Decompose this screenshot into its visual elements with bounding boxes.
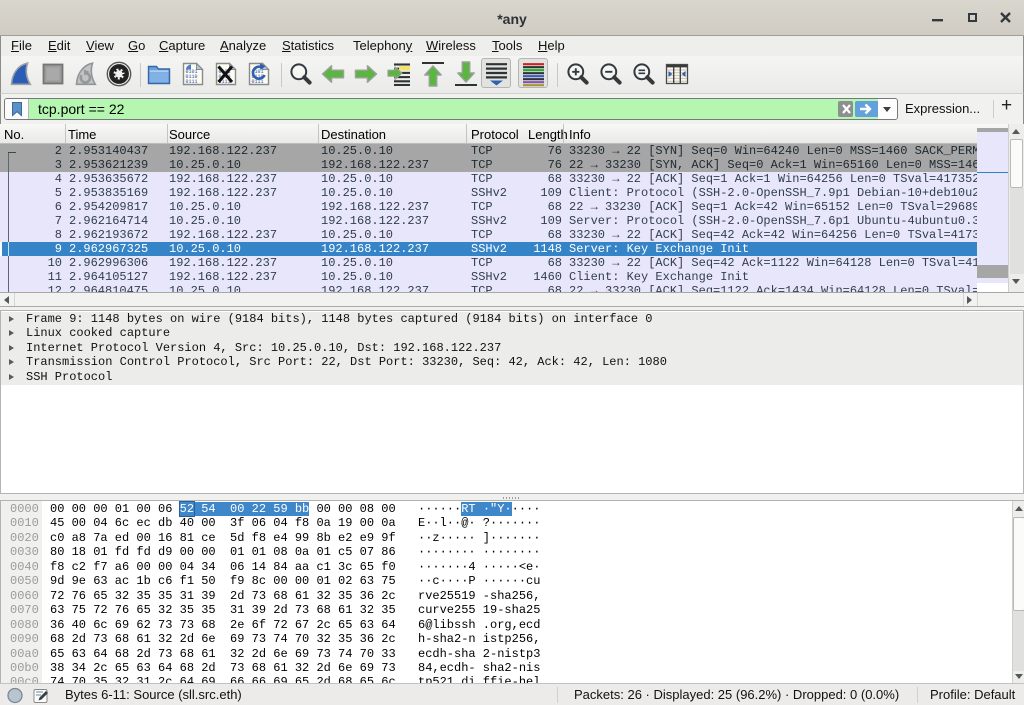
- svg-text:0111: 0111: [186, 79, 198, 85]
- svg-text:0111: 0111: [252, 79, 264, 85]
